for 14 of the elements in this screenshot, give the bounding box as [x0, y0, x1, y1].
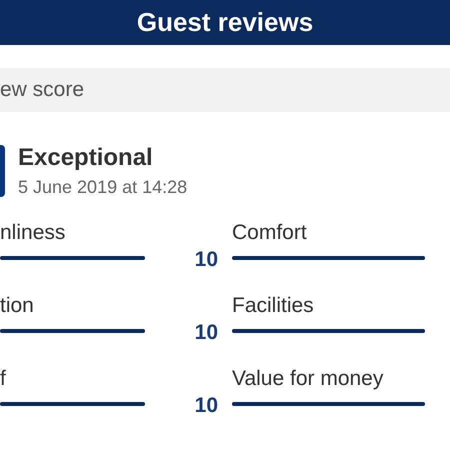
score-badge: [0, 145, 5, 197]
category-score: 10: [194, 395, 218, 417]
page-title: Guest reviews: [136, 6, 314, 39]
category-label: tion: [0, 294, 35, 318]
review-date: 5 June 2019 at 14:28: [18, 176, 188, 198]
category-label: nliness: [0, 221, 66, 245]
category-label: Comfort: [232, 221, 308, 245]
section-title: ew score: [0, 77, 84, 104]
category-label: f: [0, 367, 7, 391]
category-score: 10: [194, 249, 218, 271]
category-score: 10: [194, 322, 218, 344]
rating-label: Exceptional: [18, 143, 154, 173]
category-label: Facilities: [232, 294, 315, 318]
category-label: Value for money: [232, 367, 384, 391]
